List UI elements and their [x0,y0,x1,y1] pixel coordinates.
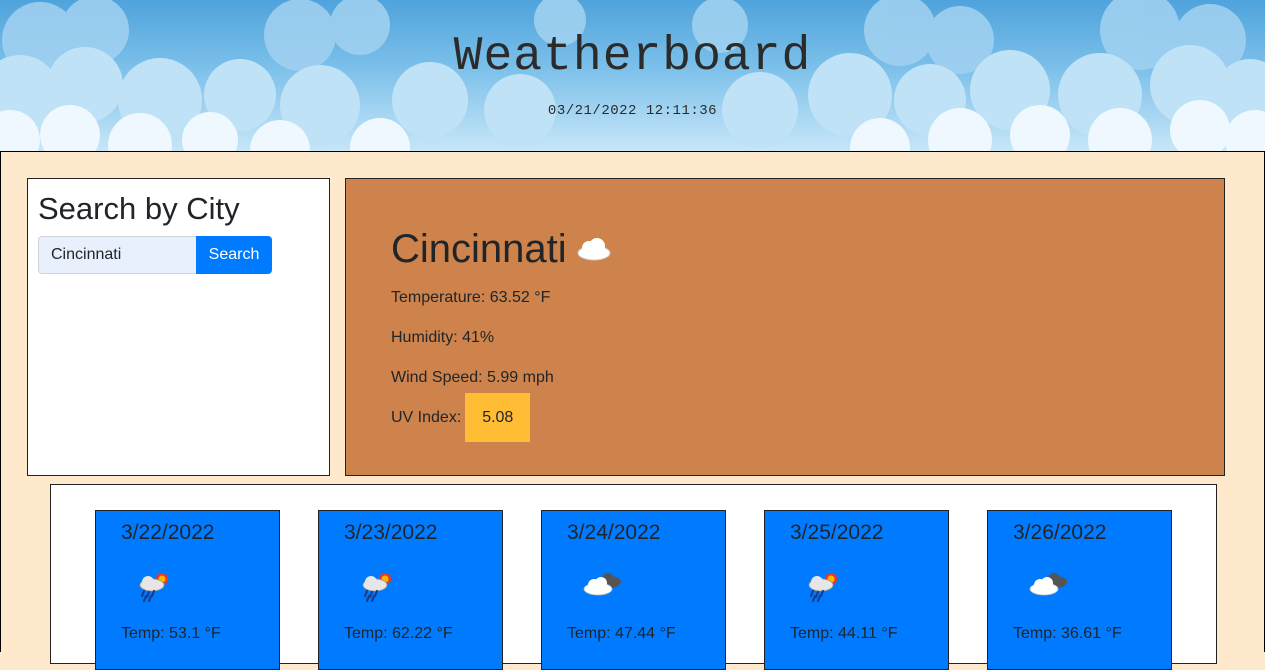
city-search-input[interactable] [38,236,197,274]
current-temperature: Temperature: 63.52 °F [391,289,551,306]
forecast-card: 3/23/2022 Temp: 62.22 °F [318,510,503,670]
forecast-temp: Temp: 44.11 °F [790,625,898,642]
current-humidity: Humidity: 41% [391,329,495,346]
current-city-heading: Cincinnati [391,227,613,272]
forecast-card: 3/26/2022 Temp: 36.61 °F [987,510,1172,670]
forecast-temp: Temp: 36.61 °F [1013,625,1122,642]
forecast-date: 3/23/2022 [344,521,438,544]
cloudy-icon [580,571,624,604]
forecast-temp: Temp: 53.1 °F [121,625,221,642]
forecast-date: 3/24/2022 [567,521,661,544]
search-title: Search by City [38,191,240,226]
search-panel: Search by City Search [27,178,330,476]
forecast-temp: Temp: 47.44 °F [567,625,676,642]
current-datetime: 03/21/2022 12:11:36 [547,103,718,119]
forecast-panel: 3/22/2022 Temp: 53.1 °F 3/23/2022 Temp: … [50,484,1217,670]
rain-sun-icon [357,571,397,608]
search-button[interactable]: Search [196,236,272,274]
cloudy-icon [1026,571,1070,604]
uv-label: UV Index: [391,408,462,426]
forecast-card: 3/22/2022 Temp: 53.1 °F [95,510,280,670]
forecast-date: 3/22/2022 [121,521,215,544]
header-banner: Weatherboard 03/21/2022 12:11:36 [0,0,1265,151]
current-weather-panel: Cincinnati Temperature: 63.52 °F Humidit… [345,178,1225,476]
rain-sun-icon [803,571,843,608]
page-title: Weatherboard [453,30,812,84]
current-wind-speed: Wind Speed: 5.99 mph [391,369,554,386]
forecast-date: 3/26/2022 [1013,521,1107,544]
forecast-card: 3/24/2022 Temp: 47.44 °F [541,510,726,670]
forecast-card: 3/25/2022 Temp: 44.11 °F [764,510,949,670]
current-uv-row: UV Index: 5.08 [391,393,531,442]
forecast-temp: Temp: 62.22 °F [344,625,453,642]
uv-index-badge: 5.08 [465,393,531,442]
main-content: Search by City Search Cincinnati Tempera… [0,151,1265,670]
current-city-name: Cincinnati [391,227,567,271]
rain-sun-icon [134,571,174,608]
cloud-icon [575,227,613,272]
forecast-date: 3/25/2022 [790,521,884,544]
